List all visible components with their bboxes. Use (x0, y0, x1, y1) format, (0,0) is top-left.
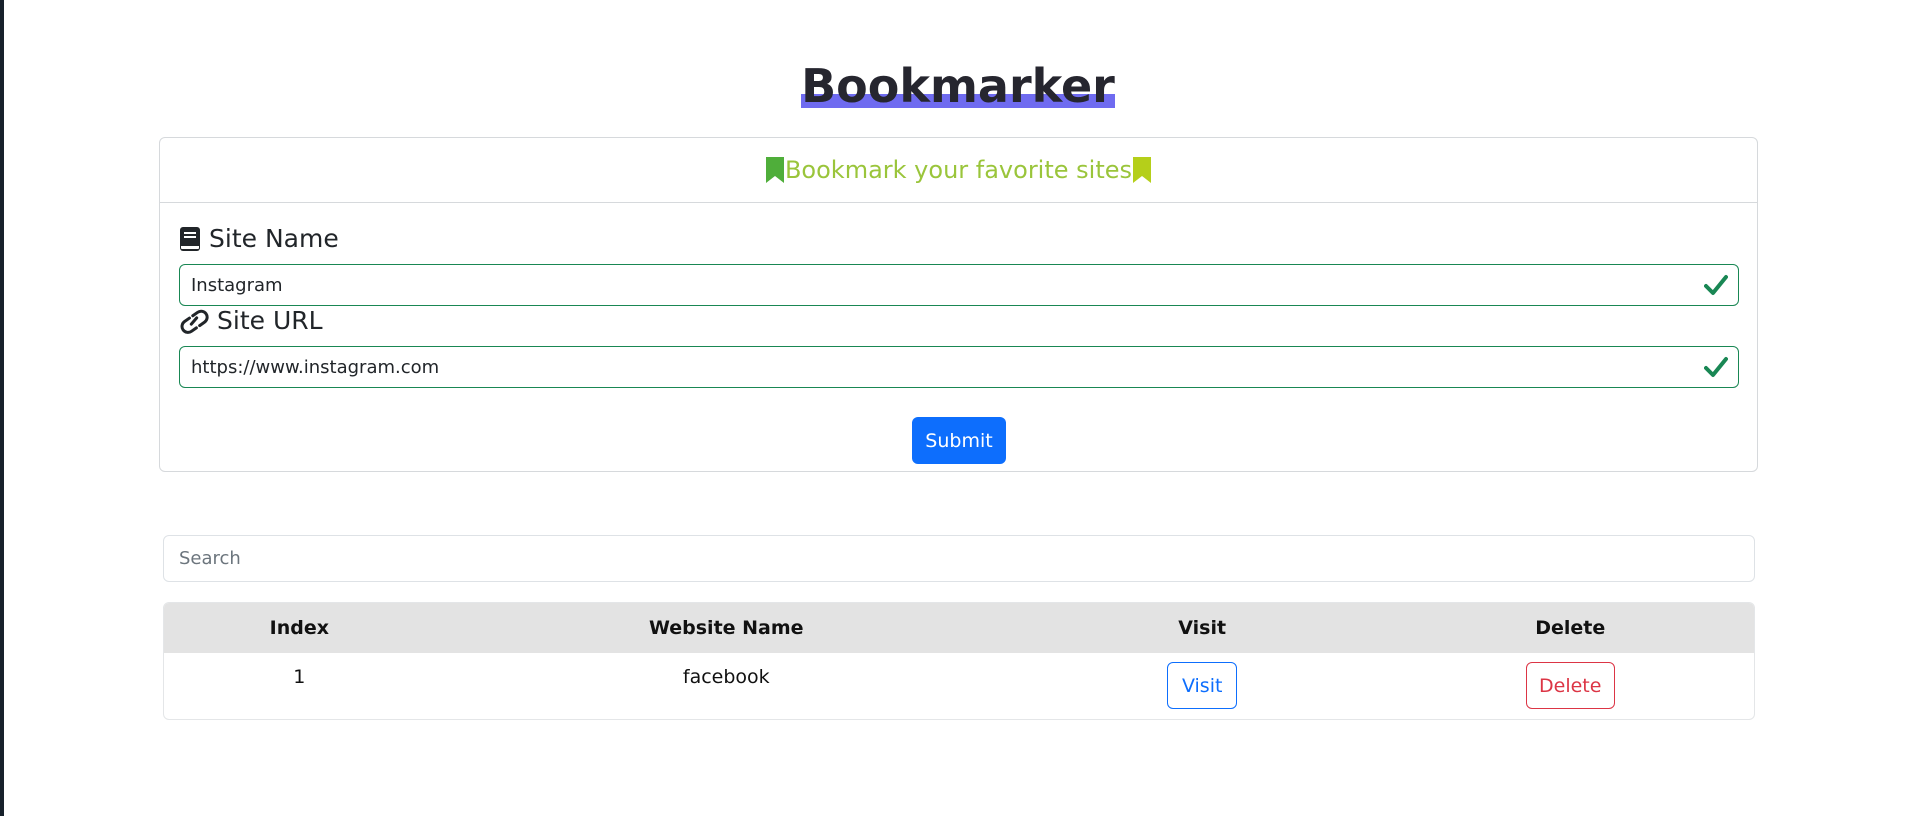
bookmark-icon (1133, 157, 1152, 183)
site-name-input[interactable]: Instagram (179, 264, 1739, 306)
submit-button[interactable]: Submit (912, 417, 1006, 464)
header-website-name: Website Name (648, 617, 804, 639)
search-input[interactable] (163, 535, 1755, 582)
header-index: Index (269, 617, 329, 639)
site-url-input[interactable]: https://www.instagram.com (179, 346, 1739, 388)
bookmark-form-card: Bookmark your favorite sites Site Name I… (159, 137, 1758, 472)
link-icon (180, 309, 209, 334)
header-delete: Delete (1535, 617, 1606, 639)
card-title: Bookmark your favorite sites (784, 156, 1133, 184)
page-title: Bookmarker (801, 59, 1115, 113)
site-url-label-row: Site URL (179, 306, 323, 335)
title-container: Bookmarker (0, 58, 1906, 114)
table-row: 1 facebook Visit Delete (164, 653, 1754, 719)
delete-cell: Delete (1386, 653, 1754, 709)
row-website-name: facebook (682, 666, 770, 688)
check-icon (1704, 357, 1728, 377)
check-icon (1704, 275, 1728, 295)
visit-button[interactable]: Visit (1167, 662, 1238, 709)
window-edge (0, 0, 4, 816)
header-visit: Visit (1178, 617, 1227, 639)
bookmark-icon (765, 157, 784, 183)
site-name-label: Site Name (209, 224, 339, 253)
site-name-value: Instagram (191, 274, 283, 296)
visit-cell: Visit (1018, 653, 1387, 709)
card-header: Bookmark your favorite sites (160, 138, 1757, 203)
site-name-label-row: Site Name (179, 224, 339, 253)
row-index: 1 (293, 666, 306, 688)
site-url-label: Site URL (217, 306, 323, 335)
bookmarks-table: Index Website Name Visit Delete 1 facebo… (163, 602, 1755, 720)
delete-button[interactable]: Delete (1525, 662, 1615, 709)
book-icon (180, 226, 200, 251)
site-url-value: https://www.instagram.com (191, 356, 440, 378)
table-header-row: Index Website Name Visit Delete (164, 603, 1754, 653)
